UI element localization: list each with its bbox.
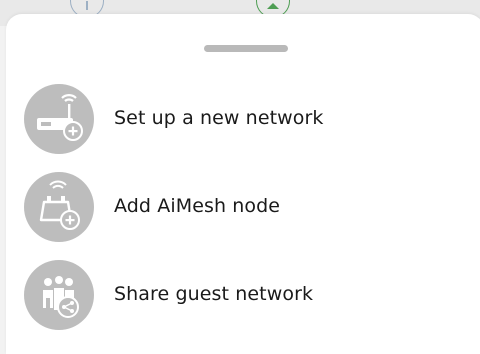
menu-item-label: Set up a new network — [114, 107, 324, 129]
menu-item-setup-network[interactable]: Set up a new network — [20, 84, 440, 156]
menu-item-label: Share guest network — [114, 283, 314, 305]
mesh-node-add-icon — [24, 172, 94, 242]
menu-item-add-aimesh-node[interactable]: Add AiMesh node — [20, 172, 440, 244]
sheet-drag-handle[interactable] — [204, 45, 288, 52]
menu-item-share-guest-network[interactable]: Share guest network — [20, 260, 440, 332]
menu-item-label: Add AiMesh node — [114, 195, 281, 217]
guest-share-icon — [24, 260, 94, 330]
router-add-icon — [24, 84, 94, 154]
